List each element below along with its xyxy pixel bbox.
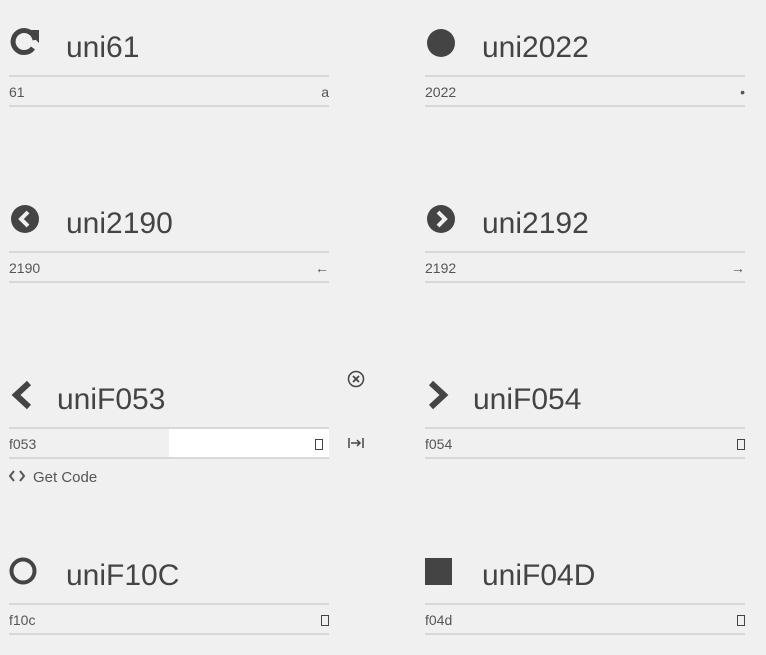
glyph-name: uniF10C: [66, 559, 180, 592]
glyph-card-uni2022[interactable]: uni2022 2022 •: [425, 0, 745, 107]
glyph-name: uni2192: [482, 207, 589, 240]
glyph-hex-code: 2022: [425, 84, 457, 100]
refresh-icon: [9, 26, 41, 58]
glyph-name: uniF054: [473, 383, 582, 416]
code-brackets-icon: [8, 469, 26, 486]
close-circle-icon: [347, 370, 365, 393]
glyph-header: uni2022: [425, 0, 745, 64]
glyph-card-uniF054[interactable]: uniF054 f054: [425, 352, 745, 459]
missing-glyph-box: [315, 439, 323, 450]
code-row: f10c: [9, 603, 329, 635]
code-row: 2022 •: [425, 75, 745, 107]
glyph-hex-code: 2190: [9, 260, 41, 276]
glyph-header: uniF04D: [425, 528, 745, 592]
code-row: 2192 →: [425, 251, 745, 283]
glyph-hex-code: f10c: [9, 612, 36, 628]
glyph-character: a: [321, 84, 329, 100]
circle-chevron-right-icon: [425, 202, 457, 234]
circle-chevron-left-icon: [9, 202, 41, 234]
code-row: f053: [9, 427, 329, 459]
glyph-header: uniF10C: [9, 528, 329, 592]
missing-glyph-box: [737, 615, 745, 626]
glyph-name: uniF053: [57, 383, 166, 416]
glyph-character: ←: [315, 260, 329, 276]
close-button[interactable]: [344, 369, 368, 393]
missing-glyph-box: [321, 615, 329, 626]
glyph-character: [315, 436, 323, 452]
tab-insert-icon: [348, 436, 364, 454]
code-row: f04d: [425, 603, 745, 635]
glyph-character: [737, 612, 745, 628]
insert-glyph-button[interactable]: [344, 433, 368, 457]
glyph-header: uni61: [9, 0, 329, 64]
code-row: 61 a: [9, 75, 329, 107]
glyph-character-field[interactable]: [169, 429, 329, 457]
glyph-header: uni2190: [9, 176, 329, 240]
glyph-header: uniF053: [9, 352, 329, 416]
chevron-left-icon: [9, 378, 35, 410]
circle-filled-icon: [425, 26, 457, 58]
chevron-right-icon: [425, 378, 451, 410]
glyph-card-uniF053[interactable]: uniF053 f053 Get Code: [8, 352, 329, 486]
glyph-hex-code: 2192: [425, 260, 457, 276]
glyph-name: uni61: [66, 31, 140, 64]
glyph-card-uni2192[interactable]: uni2192 2192 →: [425, 176, 745, 283]
get-code-link[interactable]: Get Code: [8, 469, 98, 486]
get-code-label: Get Code: [33, 469, 98, 486]
glyph-card-uniF10C[interactable]: uniF10C f10c: [9, 528, 329, 635]
circle-outline-icon: [9, 554, 37, 586]
square-filled-icon: [425, 554, 453, 586]
glyph-header: uni2192: [425, 176, 745, 240]
glyph-hex-code: f04d: [425, 612, 453, 628]
glyph-header: uniF054: [425, 352, 745, 416]
glyph-hex-code: 61: [9, 84, 25, 100]
glyph-hex-code: f053: [9, 436, 37, 452]
glyph-card-uni61[interactable]: uni61 61 a: [9, 0, 329, 107]
missing-glyph-box: [737, 439, 745, 450]
glyph-hex-code: f054: [425, 436, 453, 452]
glyph-character: →: [731, 260, 745, 276]
glyph-character: [737, 436, 745, 452]
code-row: 2190 ←: [9, 251, 329, 283]
glyph-grid: uni61 61 a uni2022 2022 • uni2190 2190 ←…: [0, 0, 766, 655]
glyph-character: [321, 612, 329, 628]
glyph-name: uni2190: [66, 207, 173, 240]
glyph-name: uniF04D: [482, 559, 596, 592]
glyph-character: •: [740, 84, 745, 100]
glyph-card-uniF04D[interactable]: uniF04D f04d: [425, 528, 745, 635]
glyph-card-uni2190[interactable]: uni2190 2190 ←: [9, 176, 329, 283]
code-row: f054: [425, 427, 745, 459]
glyph-name: uni2022: [482, 31, 589, 64]
